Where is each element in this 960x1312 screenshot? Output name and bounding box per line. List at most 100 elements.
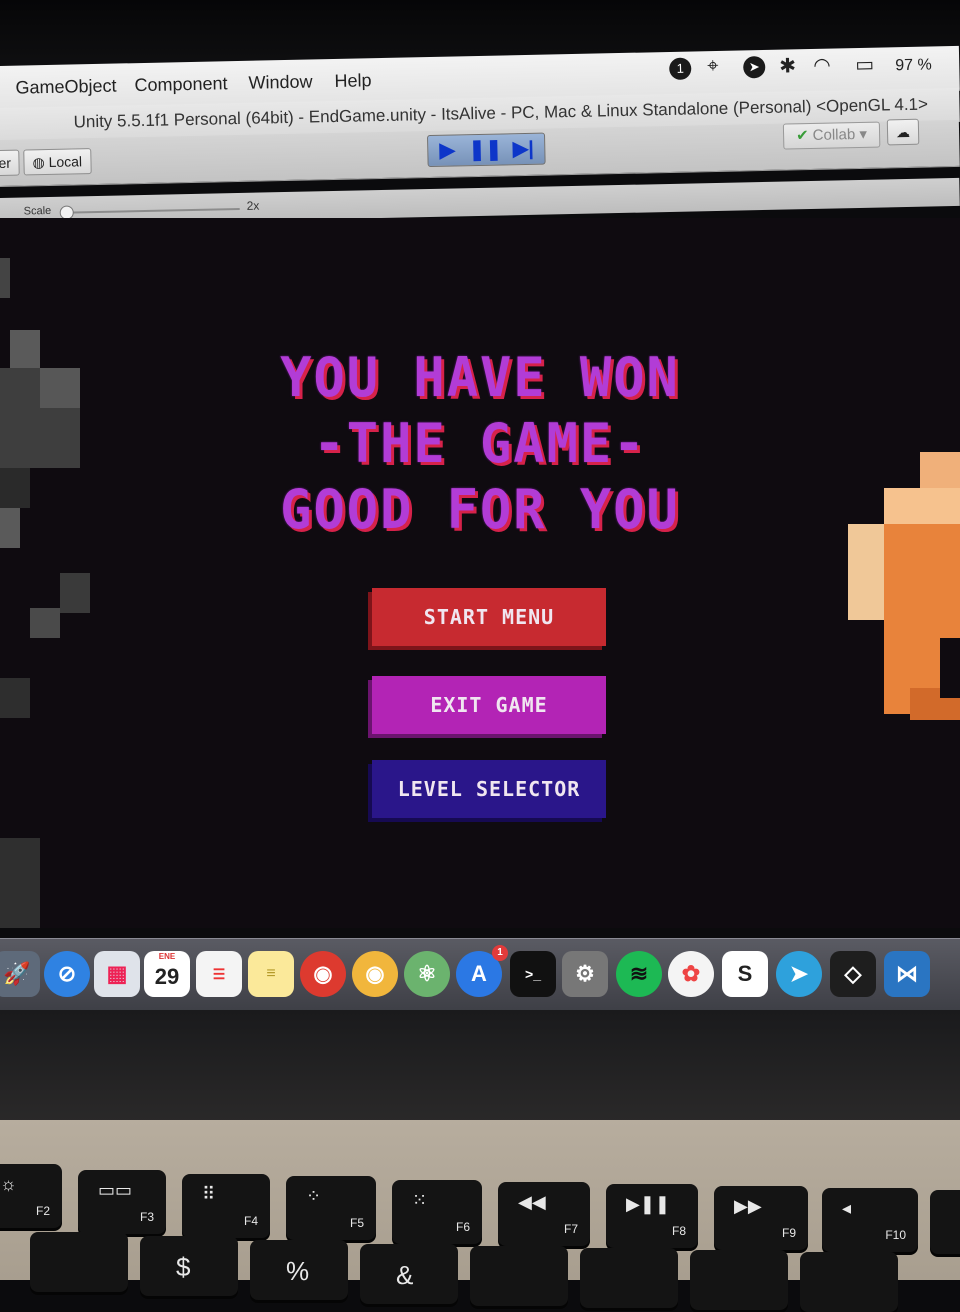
ampersand-symbol: &: [396, 1260, 414, 1290]
laptop-hinge: [0, 1010, 960, 1130]
collab-label: Collab: [812, 126, 856, 144]
local-label: Local: [48, 153, 83, 170]
menu-help[interactable]: Help: [334, 70, 371, 92]
key-f8[interactable]: ▶❚❚ F8: [606, 1184, 698, 1248]
app-store-icon[interactable]: A 1: [456, 945, 508, 997]
key-f3[interactable]: ▭▭ F3: [78, 1170, 166, 1234]
play-pause-icon: ▶❚❚: [626, 1194, 671, 1214]
play-icon[interactable]: ▶: [430, 137, 465, 164]
pivot-toggle[interactable]: er: [0, 149, 21, 177]
unity-icon[interactable]: ◇: [830, 951, 876, 997]
telegram-icon[interactable]: ➤: [776, 951, 822, 997]
key-5[interactable]: %: [250, 1240, 348, 1300]
brightness-icon: ☼: [0, 1174, 17, 1194]
key-f7[interactable]: ◀◀ F7: [498, 1182, 590, 1246]
launchpad-grid-icon[interactable]: ▦: [94, 951, 140, 997]
key-3[interactable]: [30, 1232, 128, 1292]
airplay-icon[interactable]: ▭: [855, 52, 874, 77]
pixel-art-left: [30, 608, 60, 638]
play-controls: ▶ ❚❚ ▶|: [427, 132, 546, 168]
chrome-icon[interactable]: ◉: [300, 951, 346, 997]
terminal-icon[interactable]: >_: [510, 951, 556, 997]
notes-icon[interactable]: ≡: [248, 951, 294, 997]
app-store-badge: 1: [492, 945, 508, 961]
photos-icon[interactable]: ✿: [668, 951, 714, 997]
key-f9-label: F9: [781, 1226, 796, 1240]
win-headline-line-3: GOOD FOR YOU: [280, 478, 680, 542]
scale-slider[interactable]: [61, 207, 240, 214]
key-minus[interactable]: [800, 1252, 898, 1312]
exit-game-button[interactable]: EXIT GAME: [372, 676, 606, 734]
key-7[interactable]: &: [360, 1244, 458, 1304]
pixel-art-left: [60, 573, 90, 613]
check-icon: ✔: [795, 127, 809, 145]
vscode-icon[interactable]: ⋈: [884, 951, 930, 997]
zoom-value: 2x: [246, 198, 260, 213]
key-f11[interactable]: [930, 1190, 960, 1254]
launchpad-key-icon: ⠿: [202, 1184, 216, 1204]
gamepad-icon[interactable]: ⌖: [707, 55, 719, 78]
dollar-symbol: $: [176, 1252, 191, 1282]
keyboard: ☼ F2 ▭▭ F3 ⠿ F4 ⁘ F5 ⁙ F6 ◀◀ F7 ▶❚❚ F8 ▶▶ F9 ◂ F1…: [0, 1120, 960, 1312]
key-f2[interactable]: ☼ F2: [0, 1164, 62, 1228]
key-f8-label: F8: [671, 1224, 686, 1238]
launchpad-icon[interactable]: 🚀: [0, 951, 40, 997]
pause-icon[interactable]: ❚❚: [468, 136, 503, 163]
mute-icon: ◂: [842, 1198, 852, 1218]
calendar-day: 29: [154, 964, 180, 989]
start-menu-button[interactable]: START MENU: [372, 588, 606, 646]
bluetooth-icon[interactable]: ✱: [779, 53, 796, 78]
step-icon[interactable]: ▶|: [506, 136, 541, 163]
collab-button[interactable]: ✔ Collab ▾: [782, 121, 881, 150]
key-9[interactable]: [580, 1248, 678, 1308]
chrome-canary-icon[interactable]: ◉: [352, 951, 398, 997]
fast-forward-icon: ▶▶: [734, 1196, 762, 1216]
key-f2-label: F2: [35, 1204, 50, 1218]
mission-control-icon: ▭▭: [98, 1180, 133, 1200]
local-toggle[interactable]: ◍ Local: [23, 148, 92, 176]
key-f4-label: F4: [243, 1214, 258, 1228]
key-f3-label: F3: [139, 1210, 154, 1224]
pixel-art-right: [940, 638, 960, 698]
cloud-icon[interactable]: ☁: [886, 118, 920, 146]
calendar-icon[interactable]: ENE 29: [144, 951, 190, 997]
win-headline-line-1: YOU HAVE WON: [280, 346, 680, 410]
system-preferences-icon[interactable]: ⚙: [562, 951, 608, 997]
win-headline-line-2: -THE GAME-: [313, 412, 647, 476]
key-8[interactable]: [470, 1246, 568, 1306]
calendar-month: ENE: [158, 952, 176, 961]
percent-symbol: %: [286, 1256, 310, 1286]
atom-icon[interactable]: ⚛: [404, 951, 450, 997]
menu-gameobject[interactable]: GameObject: [15, 76, 116, 99]
key-f5[interactable]: ⁘ F5: [286, 1176, 376, 1240]
onepassword-icon[interactable]: 1: [669, 57, 692, 80]
key-f6[interactable]: ⁙ F6: [392, 1180, 482, 1244]
navigation-icon[interactable]: ➤: [743, 55, 766, 79]
key-0[interactable]: [690, 1250, 788, 1310]
game-viewport: YOU HAVE WON -THE GAME- GOOD FOR YOU STA…: [0, 218, 960, 928]
reminders-icon[interactable]: ☰: [196, 951, 242, 997]
scale-label: Scale: [23, 204, 52, 218]
key-f5-label: F5: [349, 1216, 364, 1230]
menu-component[interactable]: Component: [134, 73, 227, 96]
menu-window[interactable]: Window: [248, 71, 312, 93]
level-selector-button[interactable]: LEVEL SELECTOR: [372, 760, 606, 818]
safari-icon[interactable]: ⊘: [44, 951, 90, 997]
key-f9[interactable]: ▶▶ F9: [714, 1186, 808, 1250]
kbd-light-down-icon: ⁘: [306, 1186, 322, 1206]
wifi-icon[interactable]: ◠: [813, 53, 831, 78]
battery-percentage[interactable]: 97 %: [895, 56, 932, 75]
key-f6-label: F6: [455, 1220, 470, 1234]
key-4[interactable]: $: [140, 1236, 238, 1296]
slack-icon[interactable]: S: [722, 951, 768, 997]
pixel-art-left: [0, 838, 40, 928]
spotify-icon[interactable]: ≋: [616, 951, 662, 997]
pixel-art-left: [0, 258, 10, 298]
mac-dock: 🚀 ⊘ ▦ ENE 29 ☰ ≡ ◉ ◉ ⚛ A 1 >_ ⚙ ≋ ✿ S ➤ …: [0, 938, 960, 1011]
key-f10[interactable]: ◂ F10: [822, 1188, 918, 1252]
key-f7-label: F7: [563, 1222, 578, 1236]
key-f4[interactable]: ⠿ F4: [182, 1174, 270, 1238]
pixel-art-left: [0, 678, 30, 718]
rewind-icon: ◀◀: [518, 1192, 546, 1212]
kbd-light-up-icon: ⁙: [412, 1190, 428, 1210]
